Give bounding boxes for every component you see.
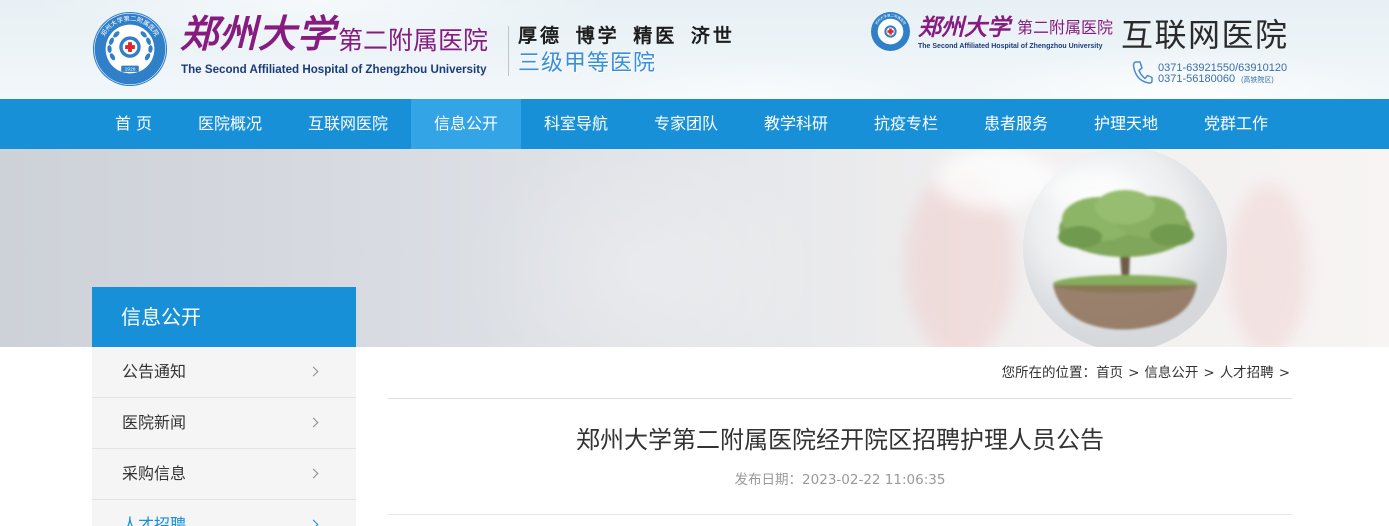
hospital-seal-icon: 郑州大学第二附属医院 1928	[92, 11, 168, 87]
sidebar-item-label: 医院新闻	[122, 413, 187, 432]
breadcrumb-label: 您所在的位置：	[1001, 365, 1097, 381]
chevron-right-icon	[308, 366, 319, 377]
internet-hospital-title: 互联网医院	[1121, 16, 1289, 54]
article-date-label: 发布日期：	[734, 472, 803, 488]
sidebar-item-label: 公告通知	[122, 362, 187, 381]
nav-item-teaching-research[interactable]: 教学科研	[741, 99, 851, 149]
sidebar-item-label: 采购信息	[122, 464, 187, 483]
sidebar-menu: 公告通知 医院新闻 采购信息 人才招聘	[92, 347, 356, 526]
phone-number-2-note: (高铁院区)	[1241, 77, 1274, 84]
nav-item-internet-hospital[interactable]: 互联网医院	[285, 99, 411, 149]
main-nav-list: 首 页 医院概况 互联网医院 信息公开 科室导航 专家团队 教学科研 抗疫专栏 …	[92, 99, 1291, 149]
breadcrumb-link-recruitment[interactable]: 人才招聘	[1220, 365, 1274, 381]
hospital-name-main-small: 郑州大学	[918, 14, 1010, 41]
sidebar-item-hospital-news[interactable]: 医院新闻	[92, 398, 356, 449]
breadcrumb-separator: >	[1278, 365, 1290, 381]
header-divider	[508, 26, 509, 76]
article-date-value: 2023-02-22 11:06:35	[802, 472, 946, 488]
chevron-right-icon	[308, 519, 319, 526]
hospital-name-sub-small: 第二附属医院	[1017, 18, 1114, 37]
phone-number-2: 0371-56180060 (高铁院区)	[1158, 73, 1274, 87]
hospital-logo-link[interactable]: 郑州大学第二附属医院 1928 郑州大学 第二附属医院 The Second A…	[0, 0, 500, 99]
nav-item-expert-team[interactable]: 专家团队	[631, 99, 741, 149]
breadcrumb-separator: >	[1203, 365, 1215, 381]
hospital-name-main: 郑州大学	[180, 11, 337, 56]
sidebar-title: 信息公开	[92, 287, 356, 347]
hospital-name-english-small: The Second Affiliated Hospital of Zhengz…	[918, 43, 1103, 50]
sidebar-item-announcements[interactable]: 公告通知	[92, 347, 356, 398]
hospital-name-english: The Second Affiliated Hospital of Zhengz…	[181, 63, 487, 76]
phone-icon	[1132, 61, 1153, 84]
seal-year: 1928	[125, 67, 136, 73]
page: 郑州大学第二附属医院 1928 郑州大学 第二附属医院 The Second A…	[0, 0, 1389, 526]
nav-item-information-disclosure[interactable]: 信息公开	[411, 99, 521, 149]
phone-number-2-value: 0371-56180060	[1158, 73, 1236, 85]
article-date: 发布日期：2023-02-22 11:06:35	[388, 471, 1292, 489]
article-title: 郑州大学第二附属医院经开院区招聘护理人员公告	[576, 426, 1104, 454]
breadcrumb-separator: >	[1128, 365, 1140, 381]
hospital-seal-small-icon: 郑州大学第二附属医院	[871, 12, 910, 51]
nav-item-home[interactable]: 首 页	[92, 99, 175, 149]
nav-item-departments[interactable]: 科室导航	[521, 99, 631, 149]
sidebar-item-recruitment[interactable]: 人才招聘	[92, 500, 356, 526]
hospital-name-sub: 第二附属医院	[338, 26, 489, 55]
sidebar-item-procurement[interactable]: 采购信息	[92, 449, 356, 500]
breadcrumb-divider	[388, 398, 1292, 399]
chevron-right-icon	[308, 417, 319, 428]
internet-hospital-link[interactable]: 郑州大学第二附属医院 郑州大学 第二附属医院 The Second Affili…	[860, 0, 1300, 99]
breadcrumb-link-home[interactable]: 首页	[1096, 365, 1123, 381]
main-content: 您所在的位置：首页 > 信息公开 > 人才招聘 > 郑州大学第二附属医院经开院区招聘护理人…	[388, 347, 1292, 526]
hospital-motto: 厚德 博学 精医 济世	[518, 25, 735, 47]
nav-item-patient-services[interactable]: 患者服务	[961, 99, 1071, 149]
chevron-right-icon	[308, 468, 319, 479]
breadcrumb-link-information-disclosure[interactable]: 信息公开	[1144, 365, 1198, 381]
nav-item-nursing[interactable]: 护理天地	[1071, 99, 1181, 149]
nav-item-epidemic-column[interactable]: 抗疫专栏	[851, 99, 961, 149]
sidebar-item-label: 人才招聘	[122, 515, 187, 526]
breadcrumb: 您所在的位置：首页 > 信息公开 > 人才招聘 >	[388, 364, 1292, 382]
nav-item-party-work[interactable]: 党群工作	[1181, 99, 1291, 149]
article-divider	[388, 514, 1292, 515]
nav-item-hospital-overview[interactable]: 医院概况	[175, 99, 285, 149]
site-header: 郑州大学第二附属医院 1928 郑州大学 第二附属医院 The Second A…	[0, 0, 1389, 99]
hospital-grade: 三级甲等医院	[518, 51, 657, 76]
main-nav: 首 页 医院概况 互联网医院 信息公开 科室导航 专家团队 教学科研 抗疫专栏 …	[0, 99, 1389, 149]
